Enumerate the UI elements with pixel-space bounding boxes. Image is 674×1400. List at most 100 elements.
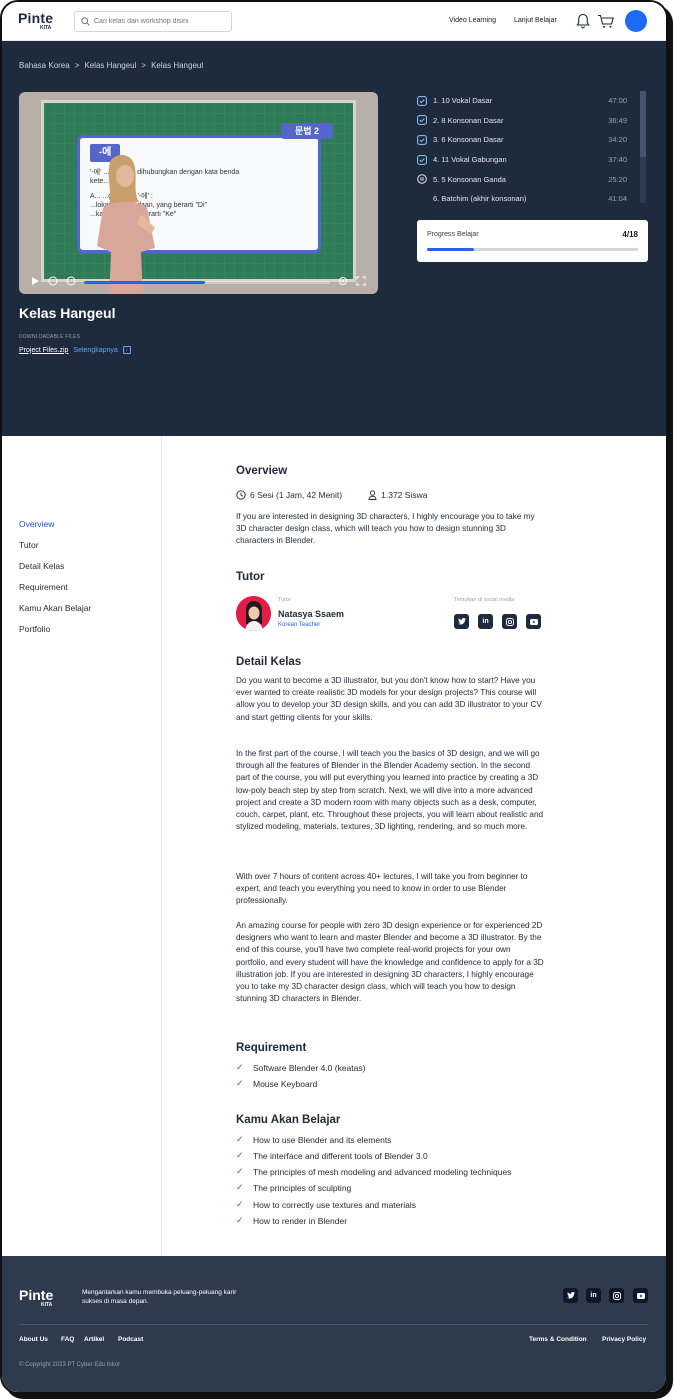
download-file-link[interactable]: Project Files.zip bbox=[19, 347, 68, 354]
playlist-item[interactable]: 1. 10 Vokal Dasar 47:00 bbox=[417, 91, 627, 111]
downloads-row: Project Files.zip Selengkapnya ↓ bbox=[19, 346, 131, 354]
fullscreen-icon[interactable] bbox=[356, 276, 366, 289]
playlist-item[interactable]: 5. 5 Konsonan Ganda 25:20 bbox=[417, 169, 627, 189]
check-icon: ✓ bbox=[236, 1182, 244, 1192]
playlist-item-duration: 34:20 bbox=[608, 135, 627, 145]
playlist-item[interactable]: 6. Batchim (akhir konsonan) 41:04 bbox=[417, 189, 627, 209]
playlist-scrollbar[interactable] bbox=[640, 91, 646, 203]
settings-gear-icon[interactable] bbox=[338, 276, 348, 289]
breadcrumb-separator: > bbox=[141, 61, 147, 70]
user-avatar[interactable] bbox=[625, 10, 647, 32]
playlist-item[interactable]: 3. 6 Konsonan Dasar 34:20 bbox=[417, 130, 627, 150]
playlist-item-duration: 37:40 bbox=[608, 155, 627, 165]
footer-link-faq[interactable]: FAQ bbox=[61, 1336, 74, 1343]
playlist-item-duration: 41:04 bbox=[608, 194, 627, 204]
rewind-icon[interactable] bbox=[48, 276, 58, 289]
tutor-avatar bbox=[236, 596, 271, 631]
footer-link-terms[interactable]: Terms & Condition bbox=[529, 1336, 587, 1343]
footer-link-about[interactable]: About Us bbox=[19, 1336, 48, 1343]
video-player[interactable]: -에 '-에' ...kel yang dihubungkan dengan k… bbox=[19, 92, 378, 294]
search-bar[interactable] bbox=[74, 11, 232, 32]
clock-icon bbox=[236, 490, 246, 500]
cart-icon[interactable] bbox=[597, 12, 615, 30]
youtube-icon[interactable] bbox=[526, 614, 541, 629]
playlist-scroll-thumb[interactable] bbox=[640, 91, 646, 157]
play-icon[interactable] bbox=[31, 276, 40, 289]
playlist-item[interactable]: 2. 8 Konsonan Dasar 36:49 bbox=[417, 111, 627, 131]
playlist-item[interactable]: 4. 11 Vokal Gabungan 37:40 bbox=[417, 150, 627, 170]
learn-heading: Kamu Akan Belajar bbox=[236, 1114, 341, 1126]
twitter-icon[interactable] bbox=[454, 614, 469, 629]
footer-link-privacy[interactable]: Privacy Policy bbox=[602, 1336, 646, 1343]
logo-subtext: KITA bbox=[40, 25, 52, 31]
top-navbar: Pinte KITA Video Learning Lanjut Belajar bbox=[2, 2, 666, 41]
progress-fill bbox=[427, 248, 474, 251]
footer-instagram-icon[interactable] bbox=[609, 1288, 624, 1303]
footer-logo[interactable]: Pinte KITA bbox=[19, 1287, 54, 1308]
lesson-playlist: 1. 10 Vokal Dasar 47:00 2. 8 Konsonan Dasa… bbox=[417, 91, 627, 209]
footer-copyright: © Copyright 2023 PT Cyber Edu Inkor bbox=[19, 1362, 121, 1368]
video-progress-bar[interactable] bbox=[84, 280, 330, 284]
breadcrumb-separator: > bbox=[74, 61, 80, 70]
requirement-heading: Requirement bbox=[236, 1042, 307, 1054]
footer-link-artikel[interactable]: Artikel bbox=[84, 1336, 104, 1343]
download-icon[interactable]: ↓ bbox=[122, 346, 131, 354]
checkbox-checked-icon bbox=[417, 135, 427, 145]
nav-lanjut-belajar[interactable]: Lanjut Belajar bbox=[514, 17, 557, 24]
detail-paragraph: With over 7 hours of content across 40+ … bbox=[236, 872, 528, 906]
footer-divider bbox=[19, 1324, 648, 1325]
breadcrumb-item[interactable]: Bahasa Korea bbox=[19, 61, 70, 70]
logo-text: Pinte bbox=[18, 10, 54, 26]
playlist-item-label: 3. 6 Konsonan Dasar bbox=[433, 135, 504, 145]
students-info: 1.372 Siswa bbox=[368, 490, 427, 500]
downloads-label: DOWNLOADABLE FILES bbox=[19, 334, 81, 340]
list-item: ✓ The interface and different tools of Bl… bbox=[236, 1150, 428, 1161]
instagram-icon[interactable] bbox=[502, 614, 517, 629]
page-frame: Pinte KITA Video Learning Lanjut Belajar… bbox=[0, 0, 668, 1394]
nav-video-learning[interactable]: Video Learning bbox=[449, 17, 496, 24]
tutor-name: Natasya Ssaem bbox=[278, 609, 345, 619]
section-sidebar: Overview Tutor Detail Kelas Requirement … bbox=[2, 436, 162, 1256]
check-icon: ✓ bbox=[236, 1062, 244, 1072]
check-icon: ✓ bbox=[236, 1134, 244, 1144]
linkedin-icon[interactable]: in bbox=[478, 614, 493, 629]
footer-logo-text: Pinte bbox=[19, 1287, 54, 1303]
sidebar-item-tutor[interactable]: Tutor bbox=[19, 540, 39, 550]
checkbox-checked-icon bbox=[417, 95, 427, 106]
sessions-info: 6 Sesi (1 Jam, 42 Menit) bbox=[236, 490, 342, 500]
forward-icon[interactable] bbox=[66, 276, 76, 289]
sidebar-item-kamu-akan-belajar[interactable]: Kamu Akan Belajar bbox=[19, 603, 91, 613]
sidebar-item-portfolio[interactable]: Portfolio bbox=[19, 624, 50, 634]
students-text: 1.372 Siswa bbox=[381, 490, 428, 500]
sidebar-item-requirement[interactable]: Requirement bbox=[19, 582, 68, 592]
sidebar-item-overview[interactable]: Overview bbox=[19, 519, 54, 529]
playlist-item-label: 6. Batchim (akhir konsonan) bbox=[433, 194, 527, 204]
search-input[interactable] bbox=[94, 18, 224, 25]
footer-twitter-icon[interactable] bbox=[563, 1288, 578, 1303]
pause-icon bbox=[417, 174, 427, 184]
list-item: ✓ The principles of sculpting bbox=[236, 1182, 352, 1193]
footer-youtube-icon[interactable] bbox=[633, 1288, 648, 1303]
checkbox-checked-icon bbox=[417, 154, 427, 165]
see-more-link[interactable]: Selengkapnya bbox=[73, 347, 117, 354]
sessions-text: 6 Sesi (1 Jam, 42 Menit) bbox=[250, 490, 343, 500]
detail-paragraph: Do you want to become a 3D illustrator, … bbox=[236, 676, 542, 722]
blank-icon bbox=[417, 194, 427, 204]
progress-count: 4/18 bbox=[622, 230, 638, 239]
video-controls bbox=[19, 270, 378, 294]
footer-link-podcast[interactable]: Podcast bbox=[118, 1336, 143, 1343]
tutor-caption: Tutor bbox=[278, 597, 291, 603]
sidebar-item-detail-kelas[interactable]: Detail Kelas bbox=[19, 561, 64, 571]
checkbox-checked-icon bbox=[417, 115, 427, 126]
social-caption: Temukan di social media bbox=[454, 597, 515, 603]
logo[interactable]: Pinte KITA bbox=[18, 10, 62, 34]
breadcrumb: Bahasa Korea > Kelas Hangeul > Kelas Han… bbox=[19, 61, 203, 70]
playlist-item-duration: 36:49 bbox=[608, 115, 627, 125]
check-icon: ✓ bbox=[236, 1215, 244, 1225]
list-item: ✓ How to use Blender and its elements bbox=[236, 1134, 392, 1145]
list-item: ✓ How to render in Blender bbox=[236, 1215, 348, 1226]
footer-linkedin-icon[interactable]: in bbox=[586, 1288, 601, 1303]
notification-bell-icon[interactable] bbox=[574, 12, 592, 30]
breadcrumb-item[interactable]: Kelas Hangeul bbox=[84, 61, 136, 70]
detail-heading: Detail Kelas bbox=[236, 656, 302, 668]
